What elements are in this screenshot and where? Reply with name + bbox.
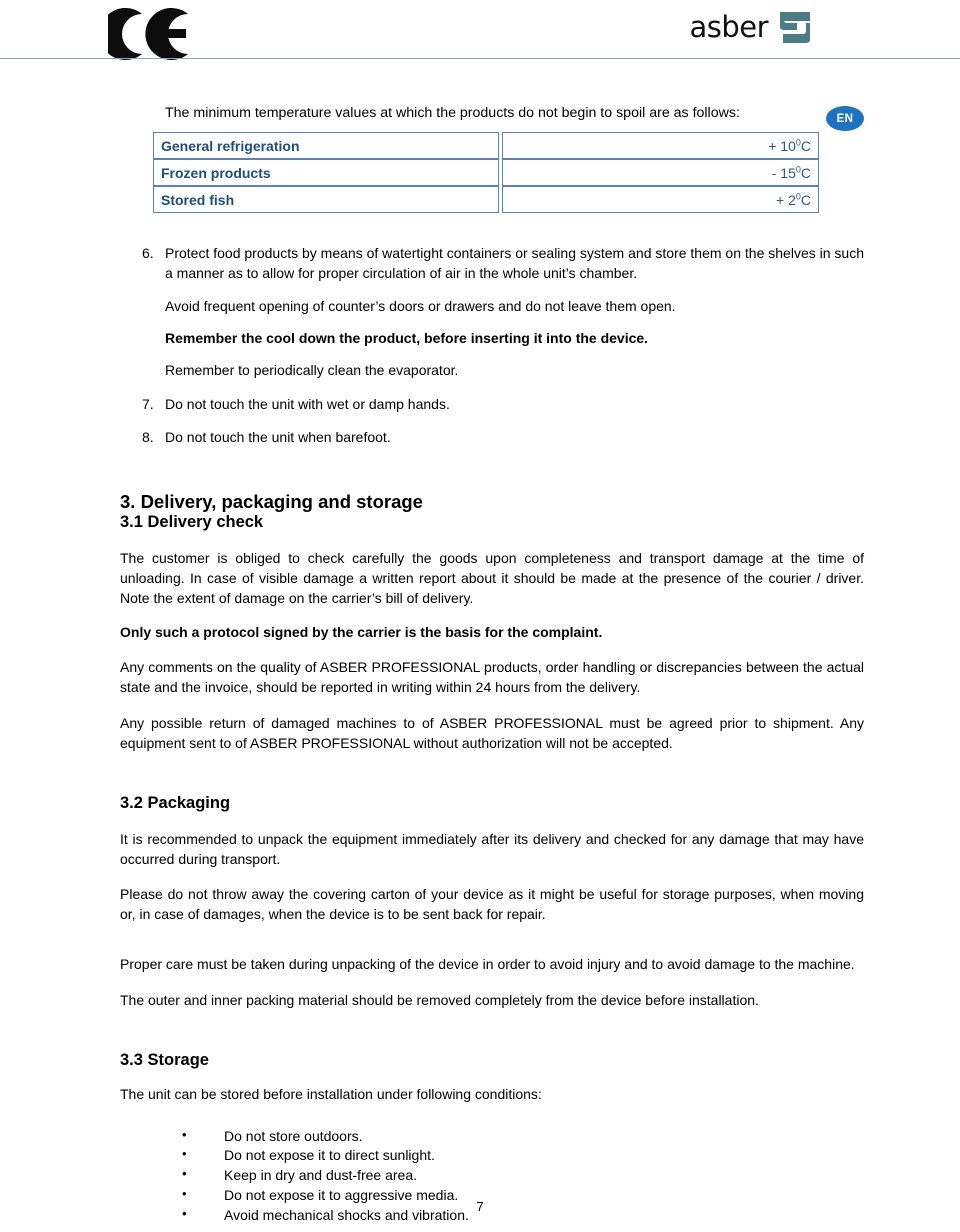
list-item: Keep in dry and dust-free area. xyxy=(182,1165,864,1186)
list-item-marker: 8. xyxy=(142,428,154,445)
list-item-text: Do not touch the unit when barefoot. xyxy=(165,428,391,445)
sub-paragraph: Avoid frequent opening of counter’s door… xyxy=(165,297,676,314)
ce-mark-svg xyxy=(99,8,188,61)
brand-logo: asber xyxy=(689,10,812,44)
page-header: asber xyxy=(0,0,960,62)
table-row: Stored fish + 20C xyxy=(153,186,819,214)
brand-glyph-icon xyxy=(778,10,812,44)
table-row: General refrigeration + 100C xyxy=(153,132,819,160)
paragraph: Any possible return of damaged machines … xyxy=(120,715,864,751)
table-row: Frozen products - 150C xyxy=(153,159,819,187)
list-item-marker: 6. xyxy=(142,245,154,262)
list-item: 7. Do not touch the unit with wet or dam… xyxy=(120,394,864,414)
brand-glyph-svg xyxy=(780,12,810,43)
sub-paragraph: Remember to periodically clean the evapo… xyxy=(165,362,459,379)
header-divider xyxy=(0,58,960,59)
subsection-title-delivery-check: 3.1 Delivery check xyxy=(120,513,264,532)
paragraph: Proper care must be taken during unpacki… xyxy=(120,956,855,973)
paragraph: Any comments on the quality of ASBER PRO… xyxy=(120,659,864,696)
list-item: 8. Do not touch the unit when barefoot. xyxy=(120,427,864,447)
document-content: EN The minimum temperature values at whi… xyxy=(0,62,960,1226)
table-cell-value: - 150C xyxy=(502,159,819,187)
paragraph: It is recommended to unpack the equipmen… xyxy=(120,830,864,867)
brand-wordmark: asber xyxy=(689,9,768,44)
temp-unit: C xyxy=(800,191,811,208)
temperature-table: General refrigeration + 100C Frozen prod… xyxy=(150,132,822,214)
temp-unit: C xyxy=(800,164,811,181)
temperature-table-body: General refrigeration + 100C Frozen prod… xyxy=(153,132,819,214)
list-item: Do not store outdoors. xyxy=(182,1126,864,1147)
subsection-title-packaging: 3.2 Packaging xyxy=(120,793,231,812)
table-cell-label: Frozen products xyxy=(153,159,499,187)
subsection-title-storage: 3.3 Storage xyxy=(120,1050,209,1069)
table-cell-label: Stored fish xyxy=(153,186,499,214)
temp-value: + 10 xyxy=(768,137,796,154)
table-cell-label: General refrigeration xyxy=(153,132,499,160)
temp-unit: C xyxy=(800,137,811,154)
table-cell-value: + 100C xyxy=(502,132,819,160)
intro-line: The minimum temperature values at which … xyxy=(165,105,740,121)
list-item: Do not expose it to direct sunlight. xyxy=(182,1145,864,1166)
ce-mark-icon xyxy=(99,8,194,61)
paragraph: Please do not throw away the covering ca… xyxy=(120,886,864,923)
list-item-marker: 7. xyxy=(142,395,154,412)
temp-value: - 15 xyxy=(771,164,796,181)
paragraph: The customer is obliged to check careful… xyxy=(120,549,864,606)
section-title: 3. Delivery, packaging and storage xyxy=(120,491,423,513)
numbered-list: 6. Protect food products by means of wat… xyxy=(120,243,864,447)
list-item-text: Protect food products by means of watert… xyxy=(165,245,864,282)
temp-value: + 2 xyxy=(776,191,796,208)
paragraph: The unit can be stored before installati… xyxy=(120,1085,542,1102)
sub-paragraph-bold: Remember the cool down the product, befo… xyxy=(165,330,649,347)
language-badge: EN xyxy=(826,106,864,131)
list-item: 6. Protect food products by means of wat… xyxy=(120,243,864,284)
list-item-text: Do not touch the unit with wet or damp h… xyxy=(165,395,450,412)
page-number: 7 xyxy=(476,1199,484,1214)
paragraph-bold: Only such a protocol signed by the carri… xyxy=(120,623,603,640)
paragraph: The outer and inner packing material sho… xyxy=(120,992,759,1009)
table-cell-value: + 20C xyxy=(502,186,819,214)
